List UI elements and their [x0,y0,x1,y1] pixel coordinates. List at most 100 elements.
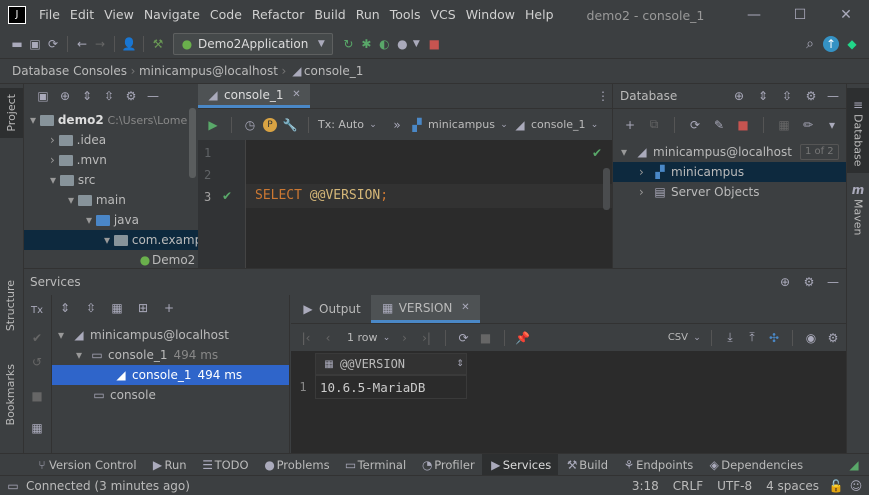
refresh-icon[interactable]: ⟳ [455,329,473,347]
tree-item-main[interactable]: ▾ main [24,190,198,210]
line-separator[interactable]: CRLF [673,479,703,493]
menu-help[interactable]: Help [520,0,559,30]
menu-run[interactable]: Run [351,0,385,30]
stop-icon[interactable]: ■ [477,329,495,347]
layout-icon[interactable]: ▭ [6,477,20,495]
view-icon[interactable]: ◉ [802,329,820,347]
schema-select[interactable]: minicampus [428,118,495,131]
services-tree-console[interactable]: ▭ console [52,385,289,405]
minimize-icon[interactable]: — [731,6,777,24]
target-icon[interactable]: ⊕ [56,87,74,105]
db-tree-datasource[interactable]: ▾ ◢ minicampus@localhost 1 of 2 [613,142,846,162]
gear-icon[interactable]: ⚙ [122,87,140,105]
lock-icon[interactable]: 🔓 [829,477,844,495]
prev-page-icon[interactable]: ‹ [319,329,337,347]
maximize-icon[interactable]: ☐ [777,6,823,24]
db-tree-server-objects[interactable]: › ▤ Server Objects [613,182,846,202]
commit-icon[interactable]: ✔ [28,329,46,347]
gear-icon[interactable]: ⚙ [800,273,818,291]
stop-icon[interactable]: ■ [425,35,443,53]
tab-version-control[interactable]: ⑂ Version Control [28,454,144,476]
event-log-icon[interactable]: ◢ [845,456,863,474]
menu-code[interactable]: Code [205,0,247,30]
breadcrumb-datasource[interactable]: minicampus@localhost [139,64,278,78]
tree-item-mvn[interactable]: › .mvn [24,150,198,170]
code-area[interactable]: 1 2 3 ✔ SELECT @@VERSION; ✔ [198,140,612,268]
hide-icon[interactable]: — [144,87,162,105]
stop-icon[interactable]: ■ [734,116,752,134]
breadcrumb-console[interactable]: console_1 [304,64,364,78]
hide-icon[interactable]: — [824,273,842,291]
last-page-icon[interactable]: ›| [418,329,436,347]
menu-refactor[interactable]: Refactor [247,0,309,30]
jetbrains-icon[interactable]: ◆ [843,35,861,53]
services-tree-session[interactable]: ▾ ▭ console_1 494 ms [52,345,289,365]
refresh-icon[interactable]: ⟳ [686,116,704,134]
db-tree-schema[interactable]: › ▞ minicampus [613,162,846,182]
menu-vcs[interactable]: VCS [426,0,461,30]
tab-output[interactable]: ▶ Output [291,295,371,323]
menu-view[interactable]: View [99,0,139,30]
tab-problems[interactable]: ● Problems [256,454,337,476]
run-config-select[interactable]: ● Demo2Application ▼ [173,33,334,55]
tab-terminal[interactable]: ▭ Terminal [337,454,414,476]
scrollbar[interactable] [189,108,196,178]
close-tab-icon[interactable]: ✕ [292,86,302,104]
save-icon[interactable]: ▣ [26,35,44,53]
properties-icon[interactable]: ✎ [710,116,728,134]
menu-tools[interactable]: Tools [385,0,426,30]
menu-build[interactable]: Build [309,0,350,30]
collapse-all-icon[interactable]: ⇳ [100,87,118,105]
tab-version[interactable]: ▦ VERSION ✕ [370,295,481,323]
add-icon[interactable]: + [160,299,178,317]
result-cell[interactable]: 10.6.5-MariaDB [315,375,467,399]
user-icon[interactable]: 👤 [120,35,138,53]
download-icon[interactable]: ⤓ [721,329,739,347]
menu-file[interactable]: File [34,0,65,30]
expand-all-icon[interactable]: ⇕ [754,87,772,105]
menu-navigate[interactable]: Navigate [139,0,205,30]
collapse-all-icon[interactable]: ⇳ [82,299,100,317]
close-icon[interactable]: ✕ [823,6,869,24]
tree-root[interactable]: ▾ demo2 C:\Users\Lome [24,110,198,130]
chevron-down-icon[interactable]: ▼ [411,35,421,53]
expand-all-icon[interactable]: ⇕ [78,87,96,105]
tx-icon[interactable]: Tx [28,301,46,319]
tx-mode-select[interactable]: Tx: Auto [318,118,364,131]
execute-icon[interactable]: ▶ [204,116,222,134]
stop-icon[interactable]: ■ [28,387,46,405]
sort-icon[interactable]: ⇕ [454,355,466,373]
gear-icon[interactable]: ⚙ [824,329,842,347]
edit-icon[interactable]: ✏ [799,116,817,134]
update-icon[interactable]: ↑ [823,36,839,52]
tree-item-package[interactable]: ▾ com.examp [24,230,202,250]
export-format-select[interactable]: CSV [668,332,688,343]
first-page-icon[interactable]: |‹ [297,329,315,347]
new-tab-icon[interactable]: ⊞ [134,299,152,317]
profile-icon[interactable]: ● [393,35,411,53]
add-icon[interactable]: + [621,116,639,134]
sync-icon[interactable]: ⟳ [44,35,62,53]
breadcrumb-database-consoles[interactable]: Database Consoles [12,64,127,78]
hide-icon[interactable]: — [824,87,842,105]
layout-icon[interactable]: ▦ [28,419,46,437]
tab-profiler[interactable]: ◔ Profiler [413,454,482,476]
back-icon[interactable]: ← [73,35,91,53]
expand-all-icon[interactable]: ⇕ [56,299,74,317]
caret-position[interactable]: 3:18 [632,479,659,493]
notifications-icon[interactable]: ☺ [849,477,863,495]
tree-item-src[interactable]: ▾ src [24,170,198,190]
tab-todo[interactable]: ☰ TODO [194,454,256,476]
column-header[interactable]: ▦ @@VERSION ⇕ [315,353,467,375]
tab-console-1[interactable]: ◢ console_1 ✕ [198,84,310,108]
rows-select[interactable]: 1 row [347,331,378,344]
next-page-icon[interactable]: › [396,329,414,347]
indent-setting[interactable]: 4 spaces [766,479,819,493]
project-tool-tab[interactable]: Project [0,88,23,138]
tree-item-java[interactable]: ▾ java [24,210,198,230]
console-select[interactable]: console_1 [531,118,586,131]
table-icon[interactable]: ▦ [775,116,793,134]
settings-wrench-icon[interactable]: 🔧 [281,116,299,134]
gear-icon[interactable]: ⚙ [802,87,820,105]
upload-icon[interactable]: ⤒ [743,329,761,347]
